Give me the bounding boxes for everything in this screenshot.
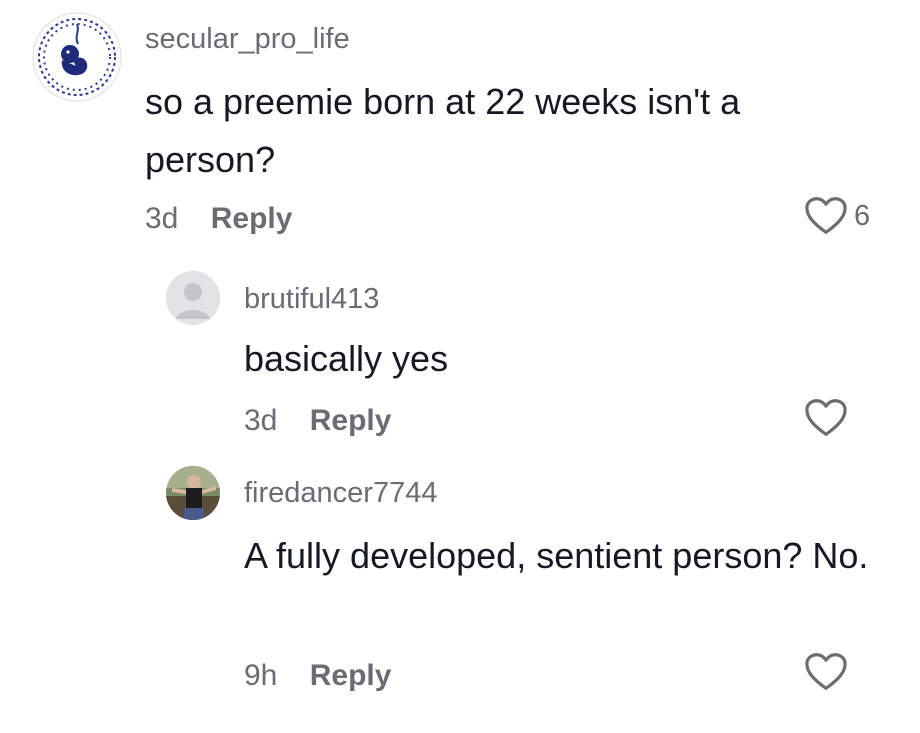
reply-username[interactable]: brutiful413: [244, 283, 379, 316]
like-count: 6: [854, 199, 871, 232]
comment-meta: 3d Reply: [145, 202, 292, 236]
reply-button[interactable]: Reply: [310, 404, 392, 437]
default-avatar-icon: [166, 271, 220, 325]
reply-username[interactable]: firedancer7744: [244, 477, 437, 510]
comment-username[interactable]: secular_pro_life: [145, 23, 350, 56]
fetus-dna-logo-icon: [32, 12, 122, 102]
reply-text: basically yes: [244, 338, 449, 379]
heart-icon: [805, 399, 847, 436]
like-button[interactable]: [804, 398, 854, 438]
reply-timestamp: 3d: [244, 404, 278, 437]
reply-item: brutiful413 basically yes 3d Reply: [0, 260, 920, 460]
reply-meta: 3d Reply: [244, 404, 391, 438]
avatar[interactable]: [32, 12, 122, 102]
avatar[interactable]: [166, 466, 220, 520]
reply-item: firedancer7744 A fully developed, sentie…: [0, 460, 920, 733]
comment-item: secular_pro_life so a preemie born at 22…: [0, 0, 920, 260]
avatar[interactable]: [166, 271, 220, 325]
heart-icon: [805, 653, 847, 690]
like-button[interactable]: 6: [804, 196, 870, 236]
heart-icon: [805, 197, 847, 234]
reply-button[interactable]: Reply: [211, 202, 293, 235]
comment-text: so a preemie born at 22 weeks isn't a pe…: [145, 81, 741, 180]
like-button[interactable]: [804, 652, 854, 692]
comment-timestamp: 3d: [145, 202, 179, 235]
reply-button[interactable]: Reply: [310, 659, 392, 692]
reply-timestamp: 9h: [244, 659, 278, 692]
user-photo-avatar: [166, 466, 220, 520]
reply-text: A fully developed, sentient person? No.: [244, 535, 869, 576]
reply-meta: 9h Reply: [244, 659, 391, 693]
